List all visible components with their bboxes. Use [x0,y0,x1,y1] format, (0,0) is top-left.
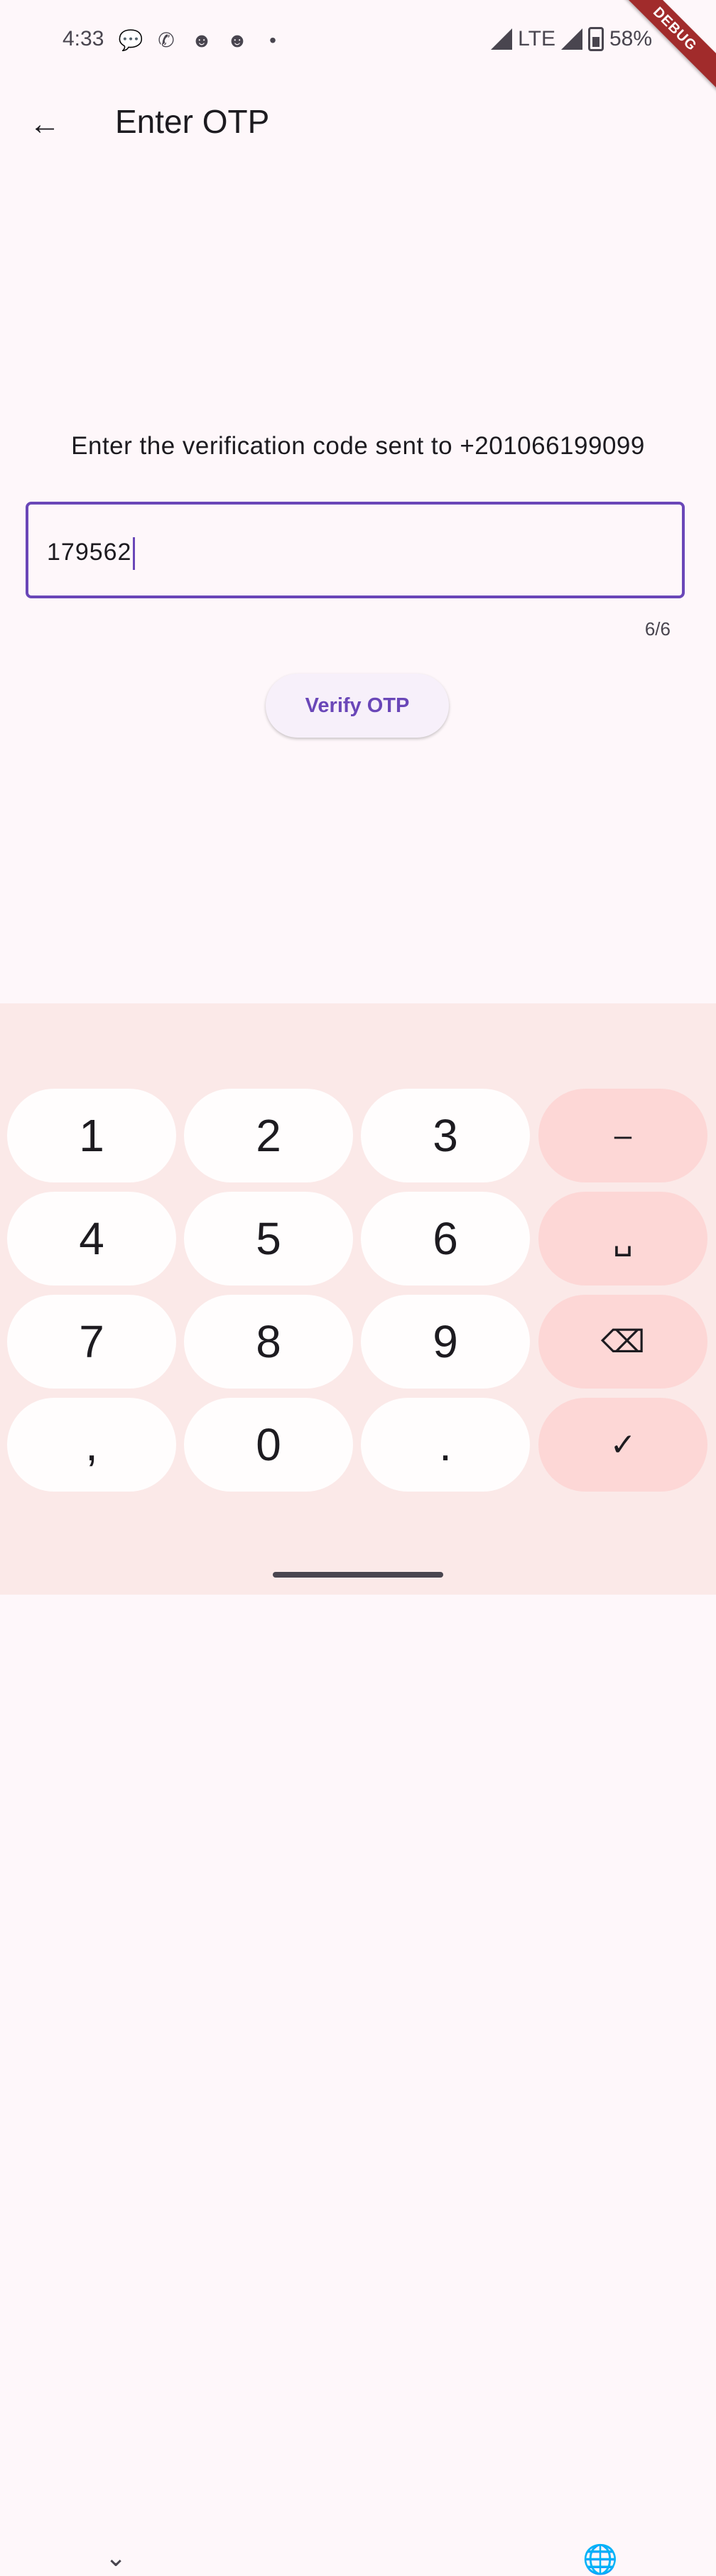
verify-otp-button[interactable]: Verify OTP [266,674,449,738]
otp-value: 179562 [47,537,136,570]
otp-value-text: 179562 [47,538,132,566]
otp-input[interactable]: 179562 [26,502,685,598]
key-5[interactable]: 5 [184,1192,353,1286]
key-4[interactable]: 4 [7,1192,176,1286]
key-comma[interactable]: , [7,1398,176,1492]
status-bar: 4:33 💬 ✆ ☻ ☻ • LTE 58% [0,0,716,78]
key-3[interactable]: 3 [361,1089,530,1182]
key-9[interactable]: 9 [361,1295,530,1389]
app-bar: ← Enter OTP [0,78,716,171]
key-7[interactable]: 7 [7,1295,176,1389]
discord-icon: ☻ [191,28,212,51]
key-done[interactable]: ✓ [538,1398,707,1492]
key-space[interactable]: ␣ [538,1192,707,1286]
text-caret [133,537,136,570]
home-indicator[interactable] [273,1572,443,1578]
notification-icons: 💬 ✆ ☻ ☻ • [118,28,286,52]
key-0[interactable]: 0 [184,1398,353,1492]
page-title: Enter OTP [115,103,270,140]
back-button[interactable]: ← [17,97,72,152]
status-right: LTE 58% [491,27,652,51]
arrow-back-icon: ← [29,107,60,141]
signal-icon [560,28,582,50]
character-counter: 6/6 [644,618,671,640]
key-8[interactable]: 8 [184,1295,353,1389]
dot-icon: • [269,28,276,51]
battery-label: 58% [609,27,652,50]
hide-keyboard-icon[interactable]: ⌄ [105,2543,126,2572]
key-6[interactable]: 6 [361,1192,530,1286]
instruction-text: Enter the verification code sent to +201… [71,432,645,460]
discord-icon: ☻ [227,28,248,51]
key-2[interactable]: 2 [184,1089,353,1182]
network-label: LTE [518,27,555,50]
status-time: 4:33 [63,27,104,50]
chat-icon: 💬 [118,29,143,51]
whatsapp-icon: ✆ [158,29,175,51]
globe-icon[interactable]: 🌐 [582,2543,618,2576]
key-1[interactable]: 1 [7,1089,176,1182]
battery-icon [587,27,604,51]
signal-icon [491,28,513,50]
key-minus[interactable]: – [538,1089,707,1182]
numeric-keyboard: 1 2 3– 4 5 6 ␣ 7 8 9 ⌫, 0. ✓ ⌄ 🌐 [0,1003,716,2575]
key-period[interactable]: . [361,1398,530,1492]
key-backspace[interactable]: ⌫ [538,1295,707,1389]
